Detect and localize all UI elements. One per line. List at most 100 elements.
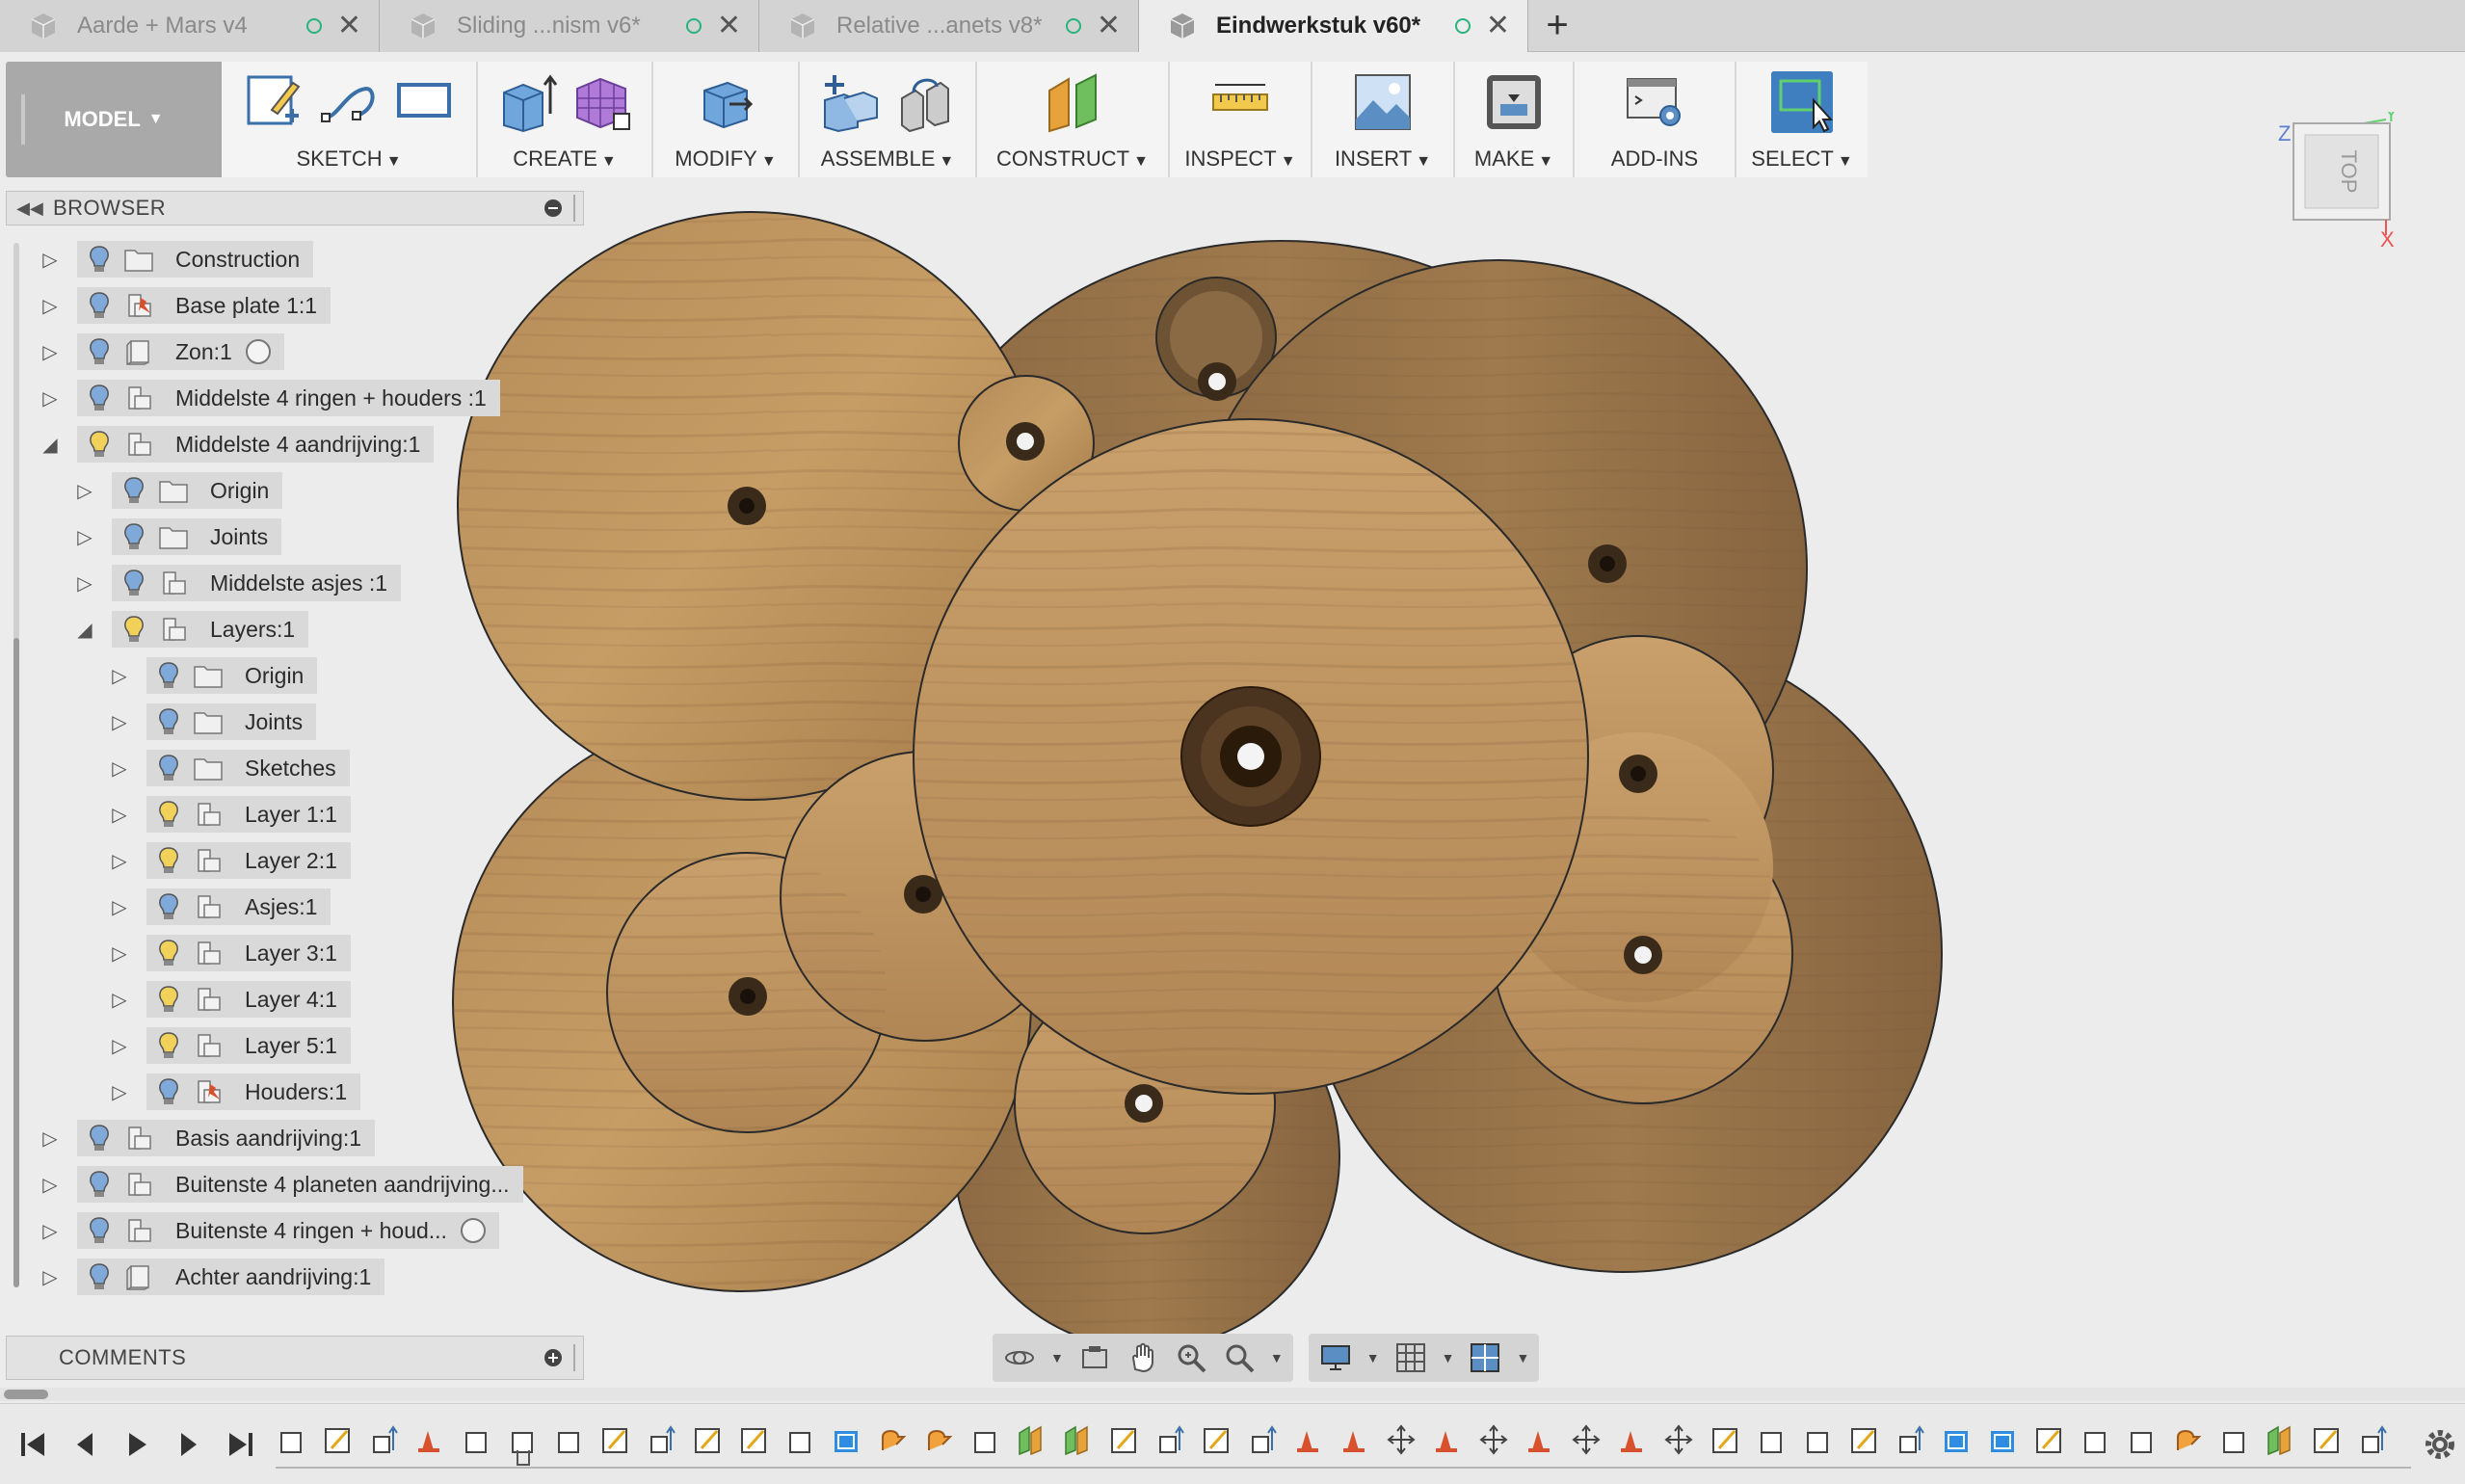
timeline-extrude-feature-icon[interactable] (373, 1425, 398, 1453)
browser-node[interactable]: ▷ Middelste asjes :1 (77, 565, 402, 601)
visibility-bulb-icon[interactable] (156, 800, 181, 829)
timeline-body-feature-icon[interactable] (2084, 1432, 2106, 1453)
expand-triangle-right-icon[interactable]: ▷ (108, 803, 131, 827)
browser-node-pill[interactable]: Sketches (146, 750, 350, 786)
visibility-bulb-icon[interactable] (87, 1216, 112, 1245)
skip-to-end-icon[interactable] (225, 1429, 256, 1460)
browser-node[interactable]: ▷ Joints (112, 703, 317, 740)
timeline-joint-feature-icon[interactable] (1621, 1431, 1642, 1452)
timeline-settings-gear-icon[interactable] (2421, 1425, 2459, 1464)
expand-triangle-right-icon[interactable]: ▷ (108, 895, 131, 919)
timeline-sketch-feature-icon[interactable] (602, 1428, 627, 1453)
visibility-bulb-icon[interactable] (156, 1077, 181, 1106)
visibility-bulb-icon[interactable] (87, 337, 112, 366)
browser-node[interactable]: ▷ Base plate 1:1 (42, 287, 331, 324)
timeline-joint-feature-icon[interactable] (1297, 1431, 1318, 1452)
browser-node-pill[interactable]: Construction (77, 241, 314, 278)
browser-node-pill[interactable]: Buitenste 4 planeten aandrijving... (77, 1166, 523, 1203)
browser-node-pill[interactable]: Layer 2:1 (146, 842, 351, 879)
browser-node[interactable]: ▷ Middelste 4 ringen + houders :1 (42, 380, 500, 416)
timeline-joint-feature-icon[interactable] (1528, 1431, 1550, 1452)
browser-node-pill[interactable]: Joints (146, 703, 317, 740)
expand-triangle-right-icon[interactable]: ▷ (108, 710, 131, 734)
chevron-down-icon[interactable]: ▼ (1442, 1350, 1455, 1365)
timeline-body-feature-icon[interactable] (558, 1432, 579, 1453)
timeline-rigid-group-feature-icon[interactable] (1991, 1431, 2014, 1452)
activate-component-radio[interactable] (460, 1218, 486, 1243)
browser-node-pill[interactable]: Achter aandrijving:1 (77, 1259, 385, 1295)
expand-triangle-right-icon[interactable]: ▷ (39, 1219, 62, 1243)
timeline-move-feature-icon[interactable] (1664, 1424, 1693, 1455)
browser-node-pill[interactable]: Buitenste 4 ringen + houd... (77, 1212, 499, 1249)
browser-node[interactable]: ▷ Achter aandrijving:1 (42, 1259, 385, 1295)
timeline-sketch-feature-icon[interactable] (741, 1428, 766, 1453)
chevron-down-icon[interactable]: ▼ (1270, 1350, 1284, 1365)
browser-node[interactable]: ▷ Origin (112, 657, 318, 694)
timeline-move-feature-icon[interactable] (1479, 1424, 1508, 1455)
browser-node-pill[interactable]: Origin (146, 657, 318, 694)
timeline-scrollbar[interactable] (0, 1388, 2465, 1401)
chevron-down-icon[interactable]: ▼ (1516, 1350, 1529, 1365)
expand-triangle-right-icon[interactable]: ▷ (39, 1265, 62, 1289)
visibility-bulb-icon[interactable] (156, 892, 181, 921)
visibility-bulb-icon[interactable] (87, 245, 112, 274)
timeline-body-feature-icon[interactable] (1761, 1432, 1782, 1453)
visibility-bulb-icon[interactable] (156, 754, 181, 782)
timeline-rigid-group-feature-icon[interactable] (835, 1431, 858, 1452)
timeline-revolve-feature-icon[interactable] (882, 1430, 907, 1450)
timeline-scrollbar-thumb[interactable] (4, 1390, 48, 1399)
expand-panel-icon[interactable] (544, 1349, 562, 1366)
browser-node-pill[interactable]: Basis aandrijving:1 (77, 1120, 376, 1156)
timeline-move-feature-icon[interactable] (1387, 1424, 1416, 1455)
pan-hand-icon[interactable] (1126, 1340, 1160, 1375)
fit-zoom-icon[interactable] (1222, 1340, 1257, 1375)
timeline-body-feature-icon[interactable] (2223, 1432, 2244, 1453)
expand-triangle-right-icon[interactable]: ▷ (108, 988, 131, 1012)
browser-node[interactable]: ▷ Layer 4:1 (112, 981, 351, 1018)
browser-node[interactable]: ▷ Layer 1:1 (112, 796, 351, 833)
browser-node[interactable]: ▷ Houders:1 (112, 1073, 361, 1110)
browser-node[interactable]: ▷ Buitenste 4 ringen + houd... (42, 1212, 499, 1249)
browser-node[interactable]: ◢ Middelste 4 aandrijving:1 (42, 426, 435, 463)
expand-triangle-right-icon[interactable]: ▷ (39, 1173, 62, 1197)
timeline-construct-feature-icon[interactable] (1065, 1425, 1088, 1456)
timeline-body-feature-icon[interactable] (512, 1432, 533, 1453)
visibility-bulb-icon[interactable] (121, 615, 146, 644)
browser-node[interactable]: ▷ Layer 2:1 (112, 842, 351, 879)
viewports-icon[interactable] (1468, 1340, 1502, 1375)
grid-icon[interactable] (1393, 1340, 1428, 1375)
step-back-icon[interactable] (69, 1429, 100, 1460)
timeline-extrude-feature-icon[interactable] (650, 1425, 676, 1453)
browser-node[interactable]: ▷ Joints (77, 518, 282, 555)
timeline-sketch-feature-icon[interactable] (325, 1428, 350, 1453)
visibility-bulb-icon[interactable] (87, 1170, 112, 1199)
expand-triangle-right-icon[interactable]: ▷ (108, 941, 131, 966)
timeline-sketch-feature-icon[interactable] (2036, 1428, 2061, 1453)
browser-node[interactable]: ▷ Basis aandrijving:1 (42, 1120, 376, 1156)
timeline-body-feature-icon[interactable] (465, 1432, 487, 1453)
visibility-bulb-icon[interactable] (87, 430, 112, 459)
orbit-icon[interactable] (1002, 1340, 1037, 1375)
timeline-sketch-feature-icon[interactable] (1712, 1428, 1737, 1453)
visibility-bulb-icon[interactable] (87, 1124, 112, 1153)
browser-node[interactable]: ◢ Layers:1 (77, 611, 309, 648)
expand-triangle-right-icon[interactable]: ▷ (108, 756, 131, 781)
timeline-body-feature-icon[interactable] (1807, 1432, 1828, 1453)
center-hub[interactable] (1180, 686, 1321, 827)
timeline-extrude-feature-icon[interactable] (1252, 1425, 1277, 1453)
timeline-sketch-feature-icon[interactable] (1851, 1428, 1876, 1453)
step-forward-icon[interactable] (173, 1429, 204, 1460)
expand-triangle-right-icon[interactable]: ▷ (73, 571, 96, 596)
timeline-joint-feature-icon[interactable] (1436, 1431, 1457, 1452)
browser-scrollbar-thumb[interactable] (13, 638, 19, 1287)
visibility-bulb-icon[interactable] (156, 661, 181, 690)
timeline-marker[interactable] (517, 1450, 530, 1466)
visibility-bulb-icon[interactable] (121, 476, 146, 505)
timeline-construct-feature-icon[interactable] (1019, 1425, 1042, 1456)
browser-node-pill[interactable]: Middelste asjes :1 (112, 565, 402, 601)
expand-triangle-right-icon[interactable]: ▷ (39, 340, 62, 364)
browser-node[interactable]: ▷ Layer 5:1 (112, 1027, 351, 1064)
visibility-bulb-icon[interactable] (156, 939, 181, 967)
expand-triangle-right-icon[interactable]: ▷ (108, 1080, 131, 1104)
timeline-move-feature-icon[interactable] (1572, 1424, 1601, 1455)
